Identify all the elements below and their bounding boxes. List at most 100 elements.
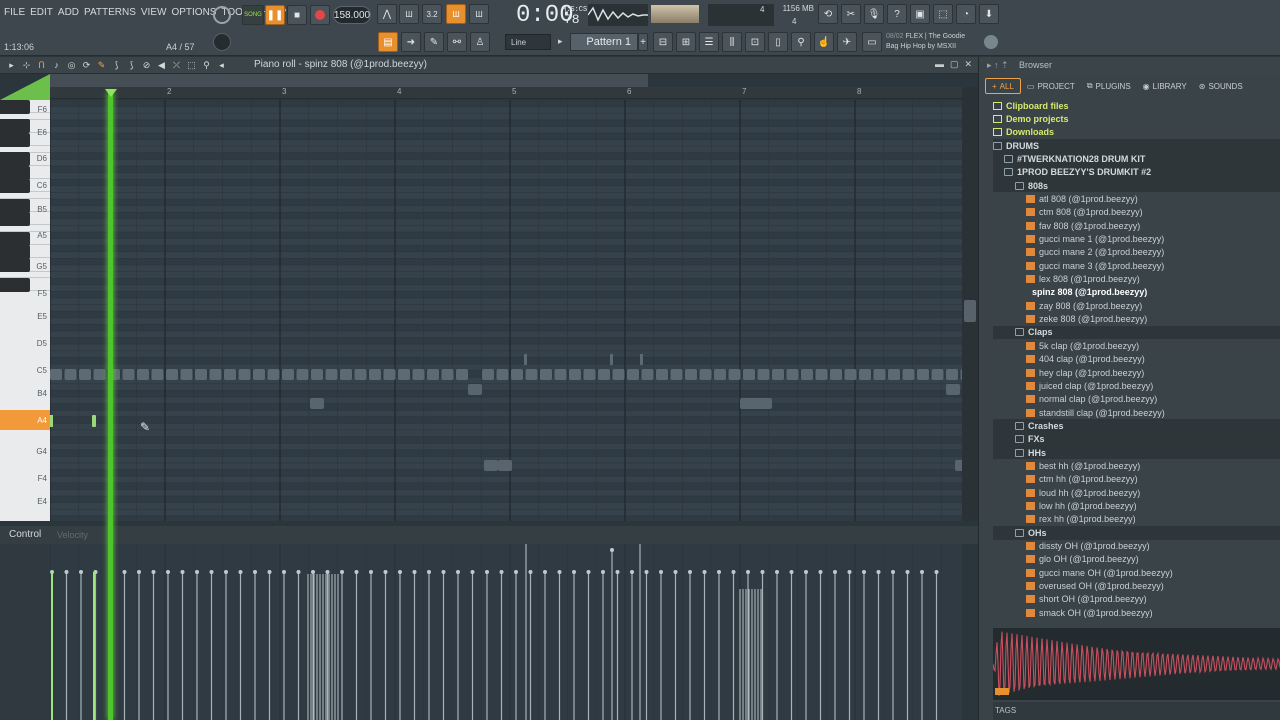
browser-file-item[interactable]: fav 808 (@1prod.beezyy) xyxy=(1026,219,1140,232)
velocity-handle[interactable] xyxy=(253,570,257,574)
touch-controller-button[interactable]: ☝ xyxy=(814,32,834,52)
velocity-handle[interactable] xyxy=(557,570,562,574)
save-icon-button[interactable]: ▣ xyxy=(910,4,930,24)
velocity-handle[interactable] xyxy=(441,570,446,574)
velocity-handle[interactable] xyxy=(267,570,272,574)
velocity-handle[interactable] xyxy=(427,570,431,574)
velocity-handle[interactable] xyxy=(731,570,736,574)
black-key[interactable] xyxy=(0,211,30,226)
browser-file-item[interactable]: hey clap (@1prod.beezyy) xyxy=(1026,366,1144,379)
browser-tab-project[interactable]: ▭ PROJECT xyxy=(1021,78,1081,94)
velocity-handle[interactable] xyxy=(804,570,808,574)
blend-notes-button[interactable]: Ш xyxy=(469,4,489,24)
arrow-tool-button[interactable]: ➜ xyxy=(401,32,421,52)
browser-folder-item[interactable]: OHs xyxy=(1015,526,1047,539)
ghost-note[interactable] xyxy=(714,369,726,380)
ghost-note[interactable] xyxy=(569,369,581,380)
add-pattern-button[interactable]: + xyxy=(638,33,648,51)
channel-rack-button[interactable]: ⊞ xyxy=(676,32,696,52)
velocity-handle[interactable] xyxy=(601,570,605,574)
ghost-note[interactable] xyxy=(238,369,251,380)
ghost-note[interactable] xyxy=(540,369,552,380)
velocity-handle[interactable] xyxy=(456,570,460,574)
menu-arrow-icon[interactable]: ▸ xyxy=(6,60,17,71)
velocity-handle[interactable] xyxy=(610,548,614,552)
ghost-note[interactable] xyxy=(583,369,596,380)
browser-folder-item[interactable]: Downloads xyxy=(993,126,1054,139)
ghost-note[interactable] xyxy=(209,369,222,380)
magnet-icon[interactable]: Ո xyxy=(36,60,47,71)
ghost-note[interactable] xyxy=(946,369,958,380)
ghost-note[interactable] xyxy=(151,369,164,380)
velocity-handle[interactable] xyxy=(746,570,750,574)
control-selector[interactable]: Control xyxy=(9,529,41,540)
snap-icon[interactable]: ⊹ xyxy=(21,60,32,71)
ghost-note[interactable] xyxy=(253,369,265,380)
playhead-marker[interactable] xyxy=(105,89,117,97)
velocity-handle[interactable] xyxy=(659,570,663,574)
sample-preview-waveform[interactable] xyxy=(993,628,1280,700)
velocity-handle[interactable] xyxy=(702,570,707,574)
browser-file-item[interactable]: normal clap (@1prod.beezyy) xyxy=(1026,393,1157,406)
velocity-handle[interactable] xyxy=(340,570,344,574)
ghost-note[interactable] xyxy=(427,369,439,380)
black-key[interactable] xyxy=(0,100,30,114)
export-button[interactable]: ⬚ xyxy=(933,4,953,24)
ghost-note[interactable] xyxy=(743,369,755,380)
velocity-handle[interactable] xyxy=(79,570,83,574)
ghost-note[interactable] xyxy=(166,369,178,380)
black-key[interactable] xyxy=(0,198,30,213)
mixer-list-button[interactable]: ☰ xyxy=(699,32,719,52)
globe-icon[interactable] xyxy=(984,35,998,49)
paint-icon[interactable]: ⟆ xyxy=(111,60,122,71)
browser-nav-icon[interactable]: ▸ ↑ ⇡ xyxy=(987,60,1009,71)
browser-folder-item[interactable]: Clipboard files xyxy=(993,99,1069,112)
news-shop-button[interactable]: ▭ xyxy=(862,32,882,52)
ghost-note[interactable] xyxy=(310,398,324,409)
browser-file-item[interactable]: rex hh (@1prod.beezyy) xyxy=(1026,513,1136,526)
ghost-note[interactable] xyxy=(122,369,135,380)
menu-file[interactable]: FILE xyxy=(4,7,25,18)
black-key[interactable] xyxy=(0,178,30,193)
plugin-picker-button[interactable]: ⚲ xyxy=(791,32,811,52)
help-button[interactable]: ? xyxy=(887,4,907,24)
browser-file-item[interactable]: gucci mane 2 (@1prod.beezyy) xyxy=(1026,246,1164,259)
velocity-handle[interactable] xyxy=(137,570,141,574)
browser-file-item[interactable]: gucci mane 3 (@1prod.beezyy) xyxy=(1026,259,1164,272)
velocity-handle[interactable] xyxy=(311,570,315,574)
ghost-note[interactable] xyxy=(955,460,962,471)
velocity-handle[interactable] xyxy=(775,570,779,574)
ghost-note[interactable] xyxy=(685,369,697,380)
browser-folder-item[interactable]: Claps xyxy=(1015,326,1053,339)
maximize-icon[interactable]: ▢ xyxy=(950,59,959,70)
velocity-handle[interactable] xyxy=(862,570,866,574)
velocity-handle[interactable] xyxy=(833,570,837,574)
ghost-note[interactable] xyxy=(786,369,799,380)
browser-file-item[interactable]: 5k clap (@1prod.beezyy) xyxy=(1026,339,1139,352)
velocity-handle[interactable] xyxy=(688,570,692,574)
black-key[interactable] xyxy=(0,132,30,147)
project-button[interactable]: ▯ xyxy=(768,32,788,52)
velocity-handle[interactable] xyxy=(673,570,678,574)
ghost-note[interactable] xyxy=(456,369,468,380)
black-key[interactable] xyxy=(0,119,30,134)
ghost-note[interactable] xyxy=(482,369,494,380)
velocity-handle[interactable] xyxy=(412,570,417,574)
ghost-note[interactable] xyxy=(640,354,643,365)
velocity-handle[interactable] xyxy=(528,570,533,574)
velocity-handle[interactable] xyxy=(789,570,794,574)
link-tool-button[interactable]: ⚯ xyxy=(447,32,467,52)
delete-icon[interactable]: ⊘ xyxy=(141,60,152,71)
velocity-handle[interactable] xyxy=(905,570,910,574)
ghost-note[interactable] xyxy=(610,354,613,365)
browser-file-item[interactable]: 404 clap (@1prod.beezyy) xyxy=(1026,353,1145,366)
white-key[interactable] xyxy=(0,192,50,199)
ghost-note[interactable] xyxy=(917,369,929,380)
black-key[interactable] xyxy=(0,231,30,246)
piano-roll-toggle[interactable]: ▤ xyxy=(378,32,398,52)
pencil-tool-button[interactable]: ✎ xyxy=(424,32,444,52)
metronome-button[interactable]: ⋀ xyxy=(377,4,397,24)
velocity-handle[interactable] xyxy=(282,570,286,574)
velocity-handle[interactable] xyxy=(717,570,721,574)
time-display[interactable]: 0:00 M:S:CS 78 xyxy=(516,2,587,29)
